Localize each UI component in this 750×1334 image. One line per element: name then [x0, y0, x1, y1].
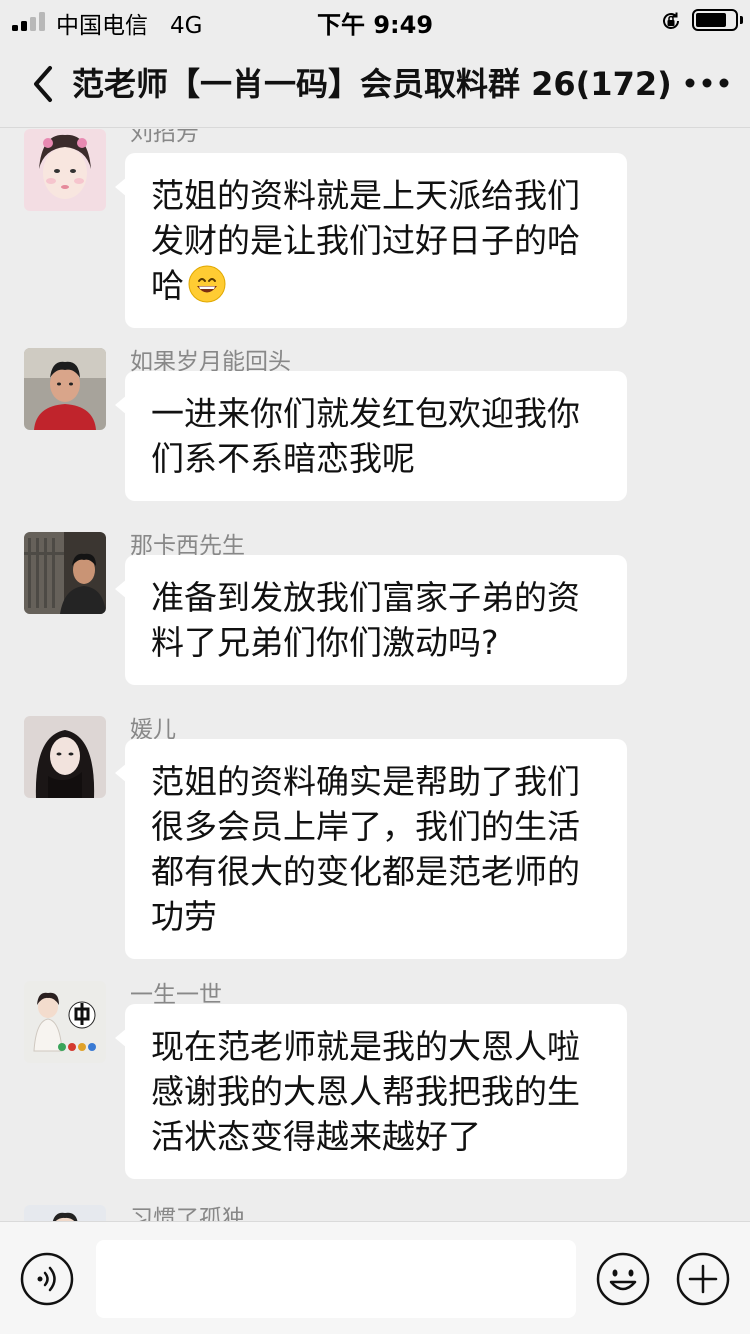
chat-title: 范老师【一肖一码】会员取料群 26(172) — [72, 65, 672, 103]
battery-icon — [692, 9, 738, 31]
voice-icon[interactable] — [20, 1252, 74, 1306]
grinning-face-emoji-icon — [188, 265, 226, 303]
message-bubble[interactable]: 范姐的资料确实是帮助了我们很多会员上岸了，我们的生活都有很大的变化都是范老师的功… — [115, 739, 627, 959]
status-bar: 中国电信 4G 下午 9:49 — [0, 0, 750, 42]
more-dots-icon[interactable] — [682, 68, 732, 98]
sender-name: 习惯了孤独 — [130, 1206, 245, 1221]
message-bubble[interactable]: 范姐的资料就是上天派给我们发财的是让我们过好日子的哈哈 — [115, 153, 627, 328]
message-bubble[interactable]: 一进来你们就发红包欢迎我你们系不系暗恋我呢 — [115, 371, 627, 501]
sender-name: 刘招芳 — [130, 129, 199, 146]
rotation-lock-icon — [663, 12, 679, 29]
avatar[interactable] — [24, 1205, 106, 1221]
battery-level — [696, 13, 726, 27]
message-text: 一进来你们就发红包欢迎我你们系不系暗恋我呢 — [151, 394, 580, 478]
avatar[interactable] — [24, 981, 106, 1063]
input-bar — [0, 1221, 750, 1334]
avatar[interactable] — [24, 348, 106, 430]
battery-cap — [740, 16, 743, 24]
avatar[interactable] — [24, 716, 106, 798]
chevron-left-icon[interactable] — [24, 62, 64, 106]
avatar[interactable] — [24, 532, 106, 614]
message-bubble[interactable]: 准备到发放我们富家子弟的资料了兄弟们你们激动吗? — [115, 555, 627, 685]
plus-icon[interactable] — [676, 1252, 730, 1306]
message-list[interactable]: 刘招芳 范姐的资料就是上天派给我们发财的是让我们过好日子的哈哈 如果岁月能回头 … — [0, 129, 750, 1221]
nav-bar: 范老师【一肖一码】会员取料群 26(172) — [0, 42, 750, 128]
message-text: 准备到发放我们富家子弟的资料了兄弟们你们激动吗? — [151, 578, 580, 662]
message-text: 范姐的资料确实是帮助了我们很多会员上岸了，我们的生活都有很大的变化都是范老师的功… — [151, 762, 580, 936]
avatar[interactable] — [24, 129, 106, 211]
message-input[interactable] — [96, 1240, 576, 1318]
smiley-icon[interactable] — [596, 1252, 650, 1306]
chat-screen: 中国电信 4G 下午 9:49 范老师【一肖一码】会员取料群 26(172) 刘… — [0, 0, 750, 1334]
message-text: 现在范老师就是我的大恩人啦感谢我的大恩人帮我把我的生活状态变得越来越好了 — [151, 1027, 580, 1156]
status-time: 下午 9:49 — [316, 11, 434, 39]
message-bubble[interactable]: 现在范老师就是我的大恩人啦感谢我的大恩人帮我把我的生活状态变得越来越好了 — [115, 1004, 627, 1179]
